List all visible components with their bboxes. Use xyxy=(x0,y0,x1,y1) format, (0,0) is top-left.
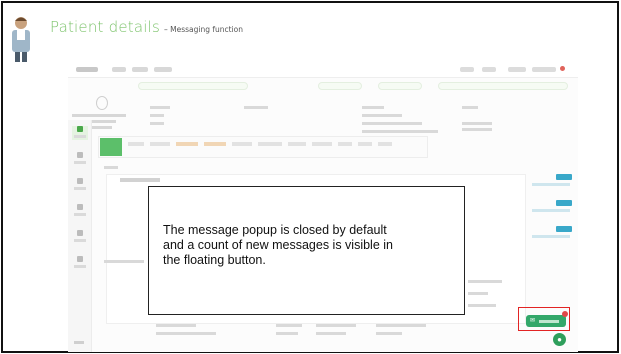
list-item xyxy=(316,332,346,335)
info-label xyxy=(150,106,170,109)
info-label xyxy=(244,106,268,109)
info-value xyxy=(462,128,492,131)
side-list-item xyxy=(468,280,502,283)
sidebar-item[interactable] xyxy=(72,178,88,192)
list-item xyxy=(276,332,298,335)
top-right-item[interactable] xyxy=(508,67,526,72)
list-item xyxy=(316,324,356,327)
top-nav-item[interactable] xyxy=(154,67,172,72)
user-menu[interactable] xyxy=(532,67,556,72)
toolbar-tab[interactable] xyxy=(378,142,392,146)
list-item xyxy=(376,324,426,327)
sidebar-item[interactable] xyxy=(72,152,88,166)
doctor-avatar-icon xyxy=(12,17,30,62)
side-list-item xyxy=(468,304,496,307)
toolbar-tab[interactable] xyxy=(232,142,252,146)
vital-reading xyxy=(532,226,572,242)
callout-text: The message popup is closed by default a… xyxy=(163,223,393,267)
record-toolbar xyxy=(98,136,428,158)
info-value xyxy=(150,114,164,117)
list-item xyxy=(276,324,302,327)
toolbar-tab-active[interactable] xyxy=(100,138,122,156)
toolbar-tab[interactable] xyxy=(204,142,226,146)
slide-subtitle: – Messaging function xyxy=(163,25,243,34)
search-input[interactable] xyxy=(138,82,248,90)
list-item xyxy=(156,332,216,335)
info-value xyxy=(362,122,422,125)
top-nav-item[interactable] xyxy=(112,67,126,72)
side-list-item xyxy=(468,292,488,295)
filter-row xyxy=(118,82,578,92)
filter-pill[interactable] xyxy=(318,82,362,90)
app-topbar xyxy=(68,62,578,78)
app-sidebar xyxy=(68,120,92,352)
slide-title: Patient details xyxy=(50,18,160,36)
toolbar-tab[interactable] xyxy=(358,142,372,146)
panel-heading xyxy=(120,178,160,182)
info-value xyxy=(462,122,492,125)
search-input[interactable] xyxy=(438,82,568,90)
top-nav-item[interactable] xyxy=(132,67,148,72)
sidebar-item[interactable] xyxy=(72,230,88,244)
filter-pill[interactable] xyxy=(378,82,422,90)
sidebar-item[interactable] xyxy=(72,204,88,218)
toolbar-tab[interactable] xyxy=(288,142,306,146)
toolbar-tab[interactable] xyxy=(150,142,170,146)
info-value xyxy=(362,130,438,133)
app-logo xyxy=(76,67,98,72)
toolbar-tab[interactable] xyxy=(338,142,352,146)
footer-mark xyxy=(74,341,84,344)
info-label xyxy=(462,106,478,109)
slide-heading: Patient details – Messaging function xyxy=(50,18,243,42)
patient-avatar xyxy=(96,96,108,110)
info-value xyxy=(362,114,402,117)
toolbar-tab[interactable] xyxy=(176,142,198,146)
top-right-item[interactable] xyxy=(460,67,474,72)
list-item xyxy=(376,332,402,335)
chat-icon[interactable]: ● xyxy=(553,333,566,346)
vital-reading xyxy=(532,174,572,190)
sidebar-item-patient[interactable] xyxy=(72,126,88,140)
floating-button-highlight xyxy=(518,307,570,331)
patient-name xyxy=(72,114,126,117)
list-item xyxy=(156,324,196,327)
record-list xyxy=(156,320,516,340)
toolbar-tab[interactable] xyxy=(312,142,332,146)
toolbar-tab[interactable] xyxy=(128,142,144,146)
notification-dot xyxy=(560,66,565,71)
sidebar-item[interactable] xyxy=(72,256,88,270)
info-value xyxy=(150,122,164,125)
section-label xyxy=(104,166,118,169)
toolbar-tab[interactable] xyxy=(258,142,282,146)
top-right-item[interactable] xyxy=(482,67,496,72)
vital-reading xyxy=(532,200,572,216)
section-label xyxy=(104,260,144,263)
callout-box: The message popup is closed by default a… xyxy=(148,186,465,315)
info-label xyxy=(362,106,384,109)
